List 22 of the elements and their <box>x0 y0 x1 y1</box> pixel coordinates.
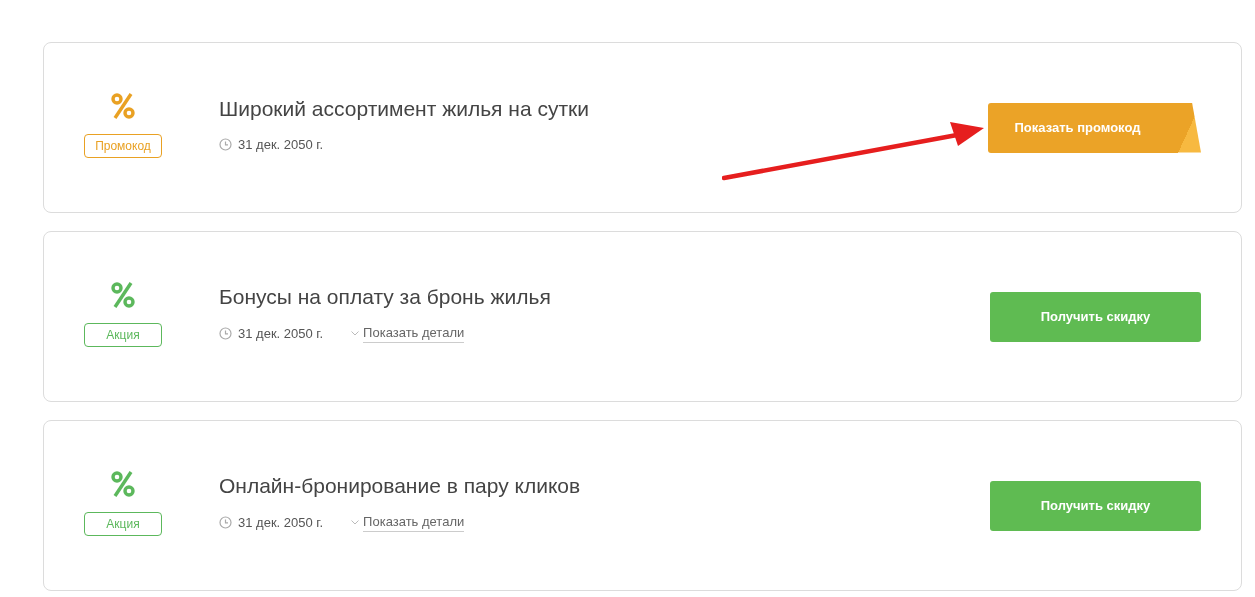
chevron-down-icon <box>351 520 360 525</box>
show-details-link[interactable]: Показать детали <box>363 513 465 532</box>
expiry-date: 31 дек. 2050 г. <box>238 515 324 530</box>
show-details-link[interactable]: Показать детали <box>363 324 465 343</box>
percent-icon <box>111 280 135 309</box>
show-promo-code-button[interactable]: Показать промокод <box>988 102 1201 153</box>
chevron-down-icon <box>351 331 360 336</box>
clock-icon <box>219 516 232 529</box>
offer-title: Онлайн-бронирование в пару кликов <box>219 473 582 498</box>
offer-title: Широкий ассортимент жилья на сутки <box>219 97 590 121</box>
get-discount-button[interactable]: Получить скидку <box>990 291 1201 342</box>
get-discount-button[interactable]: Получить скидку <box>990 480 1201 531</box>
offer-type-badge: Акция <box>84 511 162 536</box>
clock-icon <box>219 138 232 151</box>
offer-type-badge: Акция <box>84 322 162 347</box>
offer-title: Бонусы на оплату за бронь жилья <box>219 284 552 309</box>
offer-type-badge: Промокод <box>84 133 162 158</box>
clock-icon <box>219 327 232 340</box>
expiry-date: 31 дек. 2050 г. <box>238 137 324 152</box>
expiry-date: 31 дек. 2050 г. <box>238 326 324 341</box>
percent-icon <box>111 469 135 498</box>
percent-icon <box>111 91 135 120</box>
